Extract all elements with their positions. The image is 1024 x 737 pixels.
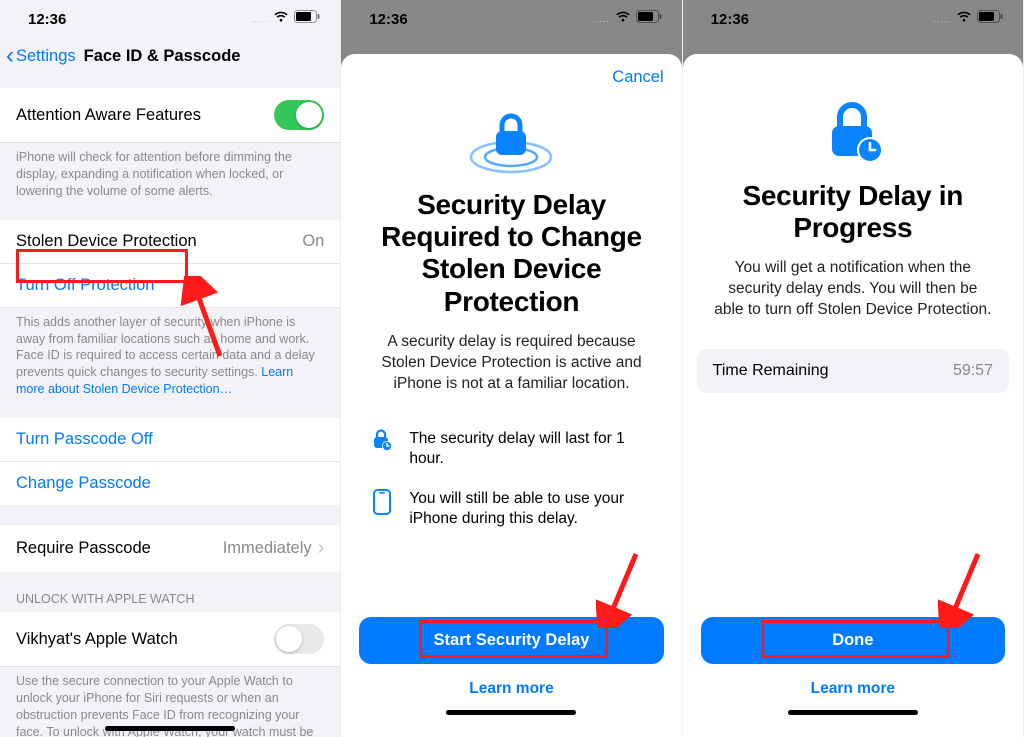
attention-aware-label: Attention Aware Features [16, 106, 201, 125]
back-label: Settings [16, 47, 76, 66]
home-indicator [446, 710, 576, 715]
require-passcode-cell[interactable]: Require Passcode Immediately › [0, 525, 340, 572]
time-remaining-cell: Time Remaining 59:57 [697, 349, 1009, 393]
status-bar: 12:36 ..... [341, 0, 681, 38]
status-time: 12:36 [28, 11, 66, 28]
time-remaining-value: 59:57 [953, 362, 993, 380]
status-bar: 12:36 ..... [0, 0, 340, 38]
lock-clock-icon [369, 429, 395, 451]
status-bar: 12:36 ..... [683, 0, 1023, 38]
chevron-right-icon: › [318, 537, 325, 560]
sheet-title: Security Delay in Progress [683, 170, 1023, 244]
sheet-subtitle: A security delay is required because Sto… [341, 318, 681, 395]
info-row-delay: The security delay will last for 1 hour. [369, 419, 653, 479]
wifi-icon [273, 10, 289, 28]
lock-clock-icon [683, 82, 1023, 170]
iphone-icon [369, 489, 395, 515]
back-button[interactable]: ‹ Settings [6, 44, 76, 68]
attention-footer: iPhone will check for attention before d… [0, 143, 340, 200]
home-indicator [788, 710, 918, 715]
cellular-dots: ..... [251, 14, 269, 24]
learn-more-link[interactable]: Learn more [359, 664, 663, 706]
battery-icon [294, 10, 320, 28]
info-row-usable: You will still be able to use your iPhon… [369, 479, 653, 539]
learn-more-link[interactable]: Learn more [701, 664, 1005, 706]
attention-aware-cell[interactable]: Attention Aware Features [0, 88, 340, 143]
wifi-icon [615, 10, 631, 28]
watch-cell[interactable]: Vikhyat's Apple Watch [0, 612, 340, 667]
time-remaining-label: Time Remaining [713, 362, 829, 380]
battery-icon [636, 10, 662, 28]
screen-security-delay-start: 12:36 ..... Cancel Security Delay Requir… [341, 0, 682, 737]
chevron-left-icon: ‹ [6, 44, 14, 68]
change-passcode-cell[interactable]: Change Passcode [0, 462, 340, 505]
page-title: Face ID & Passcode [84, 47, 241, 66]
cancel-button[interactable]: Cancel [341, 54, 681, 87]
watch-header: UNLOCK WITH APPLE WATCH [0, 592, 340, 612]
done-button[interactable]: Done [701, 617, 1005, 664]
sdp-value: On [302, 232, 324, 251]
turn-off-protection-cell[interactable]: Turn Off Protection [0, 264, 340, 308]
sdp-footer: This adds another layer of security when… [0, 308, 340, 398]
battery-icon [977, 10, 1003, 28]
screen-settings: 12:36 ..... ‹ Settings Face ID & Passcod… [0, 0, 341, 737]
start-security-delay-button[interactable]: Start Security Delay [359, 617, 663, 664]
turn-passcode-off-cell[interactable]: Turn Passcode Off [0, 418, 340, 462]
sheet-subtitle: You will get a notification when the sec… [683, 244, 1023, 321]
attention-aware-switch[interactable] [274, 100, 324, 130]
sdp-label: Stolen Device Protection [16, 232, 197, 251]
nav-bar: ‹ Settings Face ID & Passcode [0, 38, 340, 78]
lock-ripple-icon [341, 87, 681, 179]
watch-switch[interactable] [274, 624, 324, 654]
home-indicator [105, 726, 235, 731]
sheet-title: Security Delay Required to Change Stolen… [341, 179, 681, 318]
wifi-icon [956, 10, 972, 28]
screen-security-delay-progress: 12:36 ..... Security Delay in Progress Y… [683, 0, 1024, 737]
sdp-cell[interactable]: Stolen Device Protection On [0, 220, 340, 264]
turn-off-protection-label: Turn Off Protection [16, 276, 154, 295]
